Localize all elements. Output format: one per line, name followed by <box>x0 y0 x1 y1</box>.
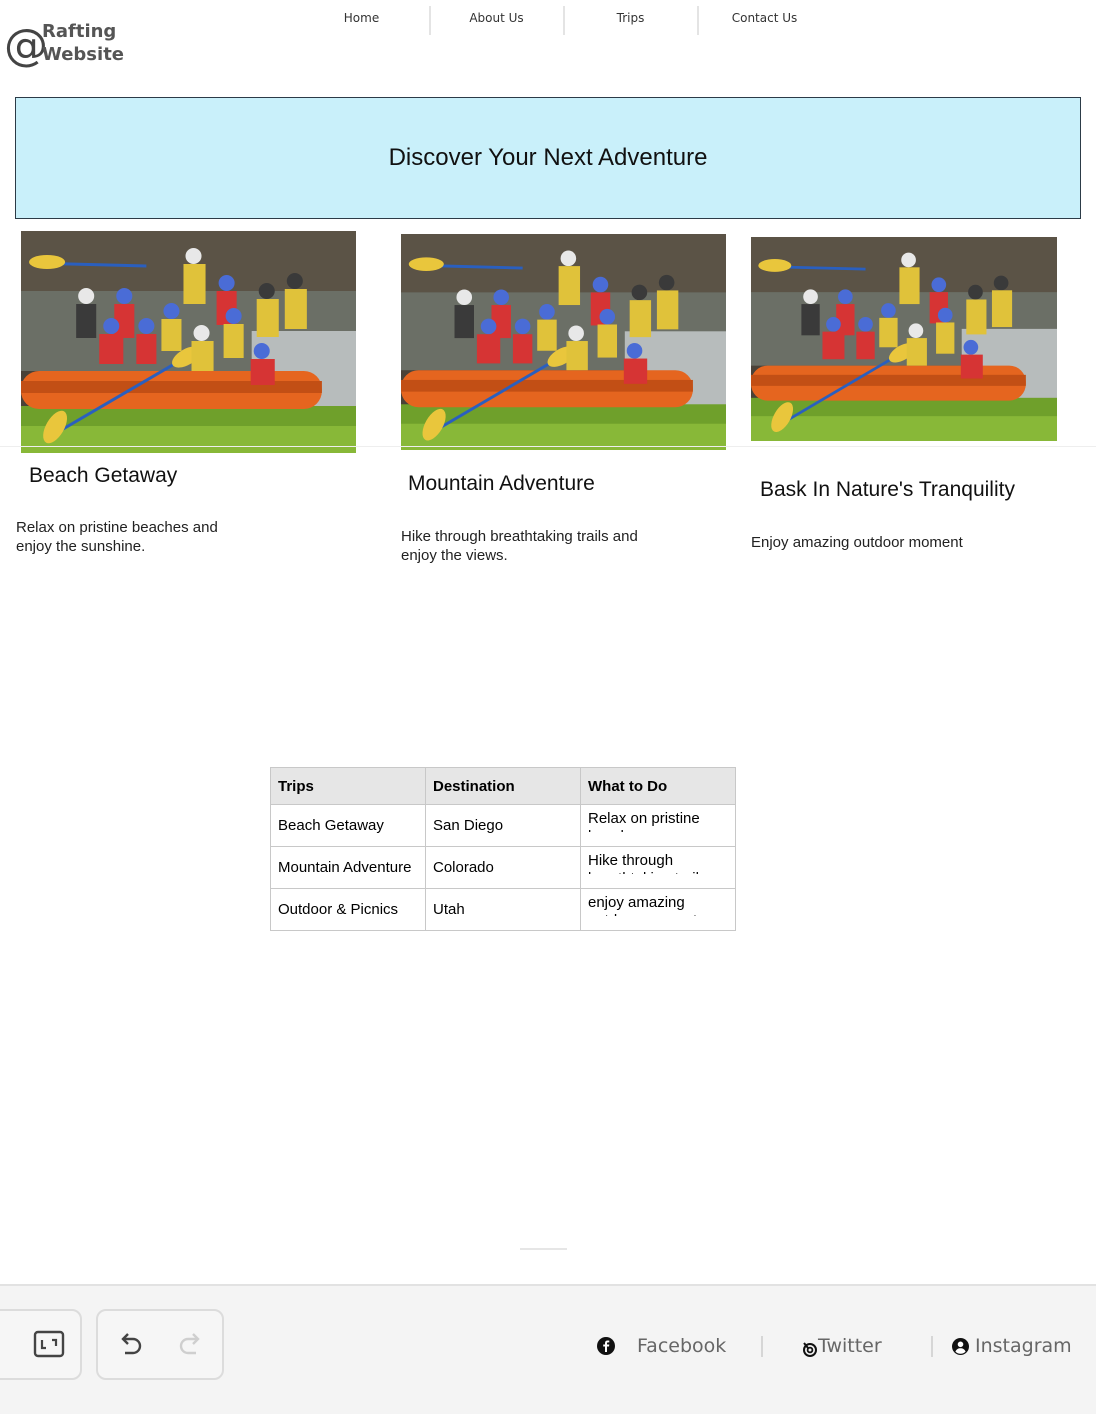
table-cell: Hike through breathtaking trail <box>580 846 736 889</box>
section-divider <box>0 446 1096 447</box>
table-cell: Mountain Adventure <box>270 846 426 889</box>
hero-banner: Discover Your Next Adventure <box>15 97 1081 219</box>
table-row: Beach Getaway San Diego Relax on pristin… <box>270 804 736 847</box>
column-header: What to Do <box>580 767 736 805</box>
column-header: Trips <box>270 767 426 805</box>
fit-screen-toolbox <box>0 1309 82 1380</box>
twitter-icon <box>802 1341 818 1357</box>
table-cell: Beach Getaway <box>270 804 426 847</box>
facebook-link[interactable]: Facebook <box>597 1333 726 1359</box>
redo-icon[interactable] <box>176 1329 206 1359</box>
card-description: Hike through breathtaking trails and enj… <box>401 528 638 564</box>
twitter-label: Twitter <box>818 1335 882 1357</box>
trips-table: Trips Destination What to Do Beach Getaw… <box>270 767 736 931</box>
card-description: Enjoy amazing outdoor moment <box>751 534 963 551</box>
table-cell: Relax on pristine beaches <box>580 804 736 847</box>
nav-trips[interactable]: Trips <box>564 0 697 35</box>
table-cell: San Diego <box>425 804 581 847</box>
social-divider <box>761 1336 763 1357</box>
fit-screen-icon[interactable] <box>33 1328 65 1360</box>
facebook-label: Facebook <box>637 1335 727 1357</box>
card-description: Relax on pristine beaches and enjoy the … <box>16 519 218 555</box>
table-cell: Colorado <box>425 846 581 889</box>
facebook-icon <box>597 1337 615 1355</box>
nav-contact-us[interactable]: Contact Us <box>698 0 831 35</box>
nav-home[interactable]: Home <box>295 0 428 35</box>
table-cell-text: Hike through breathtaking trail <box>588 852 699 874</box>
card-image <box>751 237 1057 441</box>
table-cell-text: enjoy amazing outdoor moment <box>588 894 697 916</box>
column-header: Destination <box>425 767 581 805</box>
card-image <box>401 234 726 450</box>
table-row: Mountain Adventure Colorado Hike through… <box>270 846 736 889</box>
instagram-label: Instagram <box>975 1335 1072 1357</box>
scroll-indicator <box>520 1248 567 1250</box>
card-title: Mountain Adventure <box>408 472 595 495</box>
nav-about-us[interactable]: About Us <box>430 0 563 35</box>
card-image <box>21 231 356 453</box>
history-toolbox <box>96 1309 224 1380</box>
table-cell: enjoy amazing outdoor moment <box>580 888 736 931</box>
site-name[interactable]: Rafting Website <box>42 20 152 66</box>
table-header-row: Trips Destination What to Do <box>270 767 736 805</box>
table-cell-text: Relax on pristine beaches <box>588 810 700 832</box>
card-title: Beach Getaway <box>29 464 178 487</box>
instagram-icon <box>952 1337 969 1355</box>
table-cell: Utah <box>425 888 581 931</box>
table-row: Outdoor & Picnics Utah enjoy amazing out… <box>270 888 736 931</box>
twitter-link[interactable]: Twitter <box>802 1333 882 1359</box>
instagram-link[interactable]: Instagram <box>952 1333 1072 1359</box>
card-title: Bask In Nature's Tranquility <box>760 478 1015 501</box>
social-divider <box>931 1336 933 1357</box>
undo-icon[interactable] <box>115 1329 145 1359</box>
hero-title: Discover Your Next Adventure <box>388 144 708 171</box>
table-cell: Outdoor & Picnics <box>270 888 426 931</box>
